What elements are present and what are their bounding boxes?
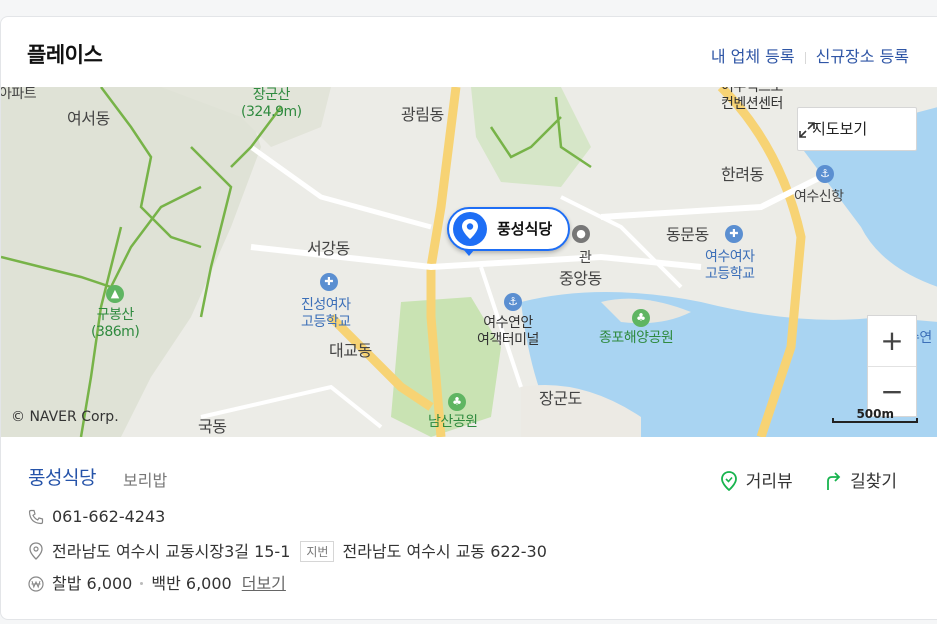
terminal-line2: 여객터미널	[477, 332, 539, 348]
map-label-daegyo: 대교동	[329, 341, 372, 360]
park-icon-namsan: ♣	[448, 393, 466, 411]
map-label-ferry-terminal: 여수연안 여객터미널	[477, 315, 539, 349]
map-scale: 500m	[832, 407, 918, 425]
map-label-gwangrim: 광림동	[401, 105, 444, 124]
register-business-link[interactable]: 내 업체 등록	[711, 47, 795, 66]
zoom-control: + −	[867, 315, 917, 417]
place-name-link[interactable]: 풍성식당	[28, 463, 96, 490]
more-link[interactable]: 더보기	[242, 574, 286, 593]
map-label-jinseong-hs: 진성여자 고등학교	[301, 297, 351, 331]
register-new-place-link[interactable]: 신규장소 등록	[816, 47, 909, 66]
road-address: 전라남도 여수시 교동시장3길 15-1	[52, 542, 291, 561]
expo-line1: 여수엑스포	[721, 87, 783, 95]
street-view-label: 거리뷰	[745, 472, 793, 492]
place-actions: 거리뷰 길찾기	[694, 467, 897, 492]
lot-address: 전라남도 여수시 교동 622-30	[342, 542, 547, 561]
phone-icon	[28, 509, 44, 525]
park-icon-jongpo: ♣	[632, 309, 650, 327]
menu-row: 찰밥 6,000 백반 6,000 더보기	[28, 570, 286, 594]
map-label-dongmun: 동문동	[666, 225, 709, 244]
header-links: 내 업체 등록 신규장소 등록	[711, 43, 909, 67]
expo-line2: 컨벤션센터	[721, 96, 783, 112]
school-icon: ✚	[725, 225, 743, 243]
place-card: 플레이스 내 업체 등록 신규장소 등록 아파트 여서동 장군산 (324.9m…	[0, 16, 937, 620]
won-icon	[28, 576, 44, 592]
map-label-guk: 국동	[198, 417, 227, 436]
map-label-namsan: 남산공원	[428, 414, 478, 430]
phone-number[interactable]: 061-662-4243	[52, 507, 165, 526]
map-view[interactable]: 아파트 여서동 장군산 (324.9m) 광림동 여수엑스포 컨벤션센터 한려동…	[1, 87, 937, 437]
janggunsan-height: (324.9m)	[241, 104, 302, 120]
link-divider	[804, 51, 806, 64]
gubongsan-name: 구봉산	[96, 307, 135, 323]
gubongsan-height: (386m)	[91, 324, 140, 340]
expand-icon	[799, 122, 815, 138]
map-label-janggundo: 장군도	[539, 389, 582, 408]
yeosu-girls-hs-line2: 고등학교	[705, 266, 755, 282]
building-icon: ●	[572, 225, 590, 243]
directions-button[interactable]: 길찾기	[824, 467, 897, 492]
marker-pointer	[463, 249, 475, 256]
map-label-yeosu-port: 여수신항	[794, 189, 844, 205]
scale-bar	[832, 418, 918, 423]
map-copyright: © NAVER Corp.	[11, 409, 119, 425]
view-map-label: 지도보기	[812, 120, 868, 138]
phone-row: 061-662-4243	[28, 507, 165, 526]
zoom-in-button[interactable]: +	[868, 316, 916, 366]
place-marker[interactable]: 풍성식당	[447, 207, 571, 251]
place-info: 풍성식당 보리밥 거리뷰 길찾기 061-662-4243 전라남도 여수시 교…	[1, 437, 937, 619]
map-label-yeosu-girls-hs: 여수여자 고등학교	[705, 249, 755, 283]
menu-item-1-name: 찰밥	[52, 574, 82, 593]
map-label-janggunsan: 장군산 (324.9m)	[241, 87, 302, 121]
lot-address-chip: 지번	[300, 541, 335, 562]
menu-separator	[140, 582, 144, 585]
port-icon: ⚓	[816, 165, 834, 183]
jinseong-hs-line2: 고등학교	[301, 314, 351, 330]
directions-arrow-icon	[827, 472, 841, 490]
map-label-jungang: 중앙동	[559, 269, 602, 288]
marker-label: 풍성식당	[497, 220, 553, 238]
map-label-jongpo: 종포해양공원	[599, 330, 674, 346]
map-label-hanryeo: 한려동	[721, 165, 764, 184]
map-label-gubongsan: 구봉산 (386m)	[91, 307, 140, 341]
yeosu-girls-hs-line1: 여수여자	[705, 249, 755, 265]
map-label-seogang: 서강동	[307, 239, 350, 258]
section-title: 플레이스	[27, 43, 103, 67]
address-row: 전라남도 여수시 교동시장3길 15-1 지번 전라남도 여수시 교동 622-30	[28, 538, 547, 562]
terminal-line1: 여수연안	[483, 315, 533, 331]
view-map-button[interactable]: 지도보기	[797, 107, 917, 151]
directions-label: 길찾기	[850, 472, 897, 492]
mountain-icon-gubongsan: ▲	[106, 285, 124, 303]
street-view-button[interactable]: 거리뷰	[720, 467, 793, 492]
school-icon-jinseong: ✚	[320, 273, 338, 291]
map-label-expo: 여수엑스포 컨벤션센터	[721, 87, 783, 113]
map-label-apartment: 아파트	[1, 87, 37, 102]
place-category: 보리밥	[123, 471, 168, 490]
map-label-gwan: 관	[579, 250, 592, 266]
card-header: 플레이스 내 업체 등록 신규장소 등록	[1, 17, 937, 87]
menu-item-1-price: 6,000	[86, 574, 133, 593]
map-label-yeoseo: 여서동	[67, 109, 110, 128]
menu-item-2-name: 백반	[151, 574, 181, 593]
street-view-icon	[720, 471, 737, 492]
jinseong-hs-line1: 진성여자	[301, 297, 351, 313]
address-pin-icon	[29, 542, 43, 560]
janggunsan-name: 장군산	[252, 87, 291, 103]
menu-item-2-price: 6,000	[185, 574, 232, 593]
location-pin-icon	[453, 212, 487, 246]
ferry-terminal-icon: ⚓	[504, 293, 522, 311]
